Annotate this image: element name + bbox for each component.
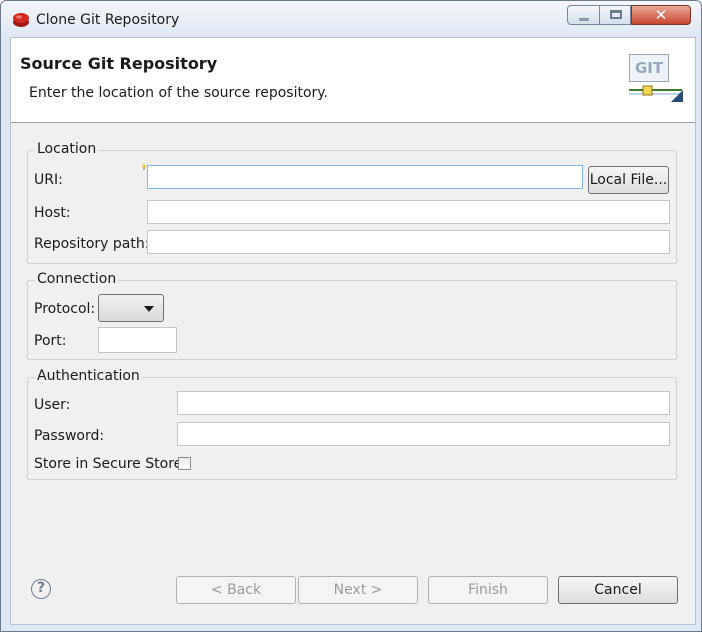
maximize-icon — [610, 10, 622, 19]
git-logo-graphic — [629, 85, 683, 102]
close-icon: ✕ — [654, 6, 668, 24]
local-file-button[interactable]: Local File... — [588, 166, 669, 194]
protocol-dropdown[interactable] — [98, 294, 164, 322]
chevron-down-icon — [144, 306, 154, 312]
uri-label: URI: — [34, 172, 63, 188]
minimize-icon — [579, 18, 589, 21]
maximize-button[interactable] — [599, 5, 631, 25]
user-input[interactable] — [177, 391, 670, 415]
dialog-content: Source Git Repository Enter the location… — [10, 37, 696, 625]
connection-group-label: Connection — [35, 271, 119, 287]
git-logo-icon: GIT — [627, 50, 687, 110]
window-title: Clone Git Repository — [36, 12, 180, 28]
page-title: Source Git Repository — [20, 54, 218, 73]
content-assist-hint-icon — [142, 164, 146, 170]
close-button[interactable]: ✕ — [631, 5, 691, 25]
cancel-button[interactable]: Cancel — [558, 576, 678, 604]
title-bar: Clone Git Repository ✕ — [1, 1, 701, 37]
repository-path-input[interactable] — [147, 230, 670, 254]
minimize-button[interactable] — [567, 5, 600, 25]
protocol-label: Protocol: — [34, 301, 96, 317]
clone-git-repository-dialog: Clone Git Repository ✕ Source Git Reposi… — [0, 0, 702, 632]
next-button[interactable]: Next > — [298, 576, 418, 604]
page-description: Enter the location of the source reposit… — [29, 85, 329, 101]
wizard-header: Source Git Repository Enter the location… — [11, 38, 695, 123]
port-input[interactable] — [98, 327, 177, 353]
port-label: Port: — [34, 333, 67, 349]
app-icon — [13, 13, 29, 27]
uri-input[interactable] — [147, 165, 583, 189]
password-input[interactable] — [177, 422, 670, 446]
location-group-label: Location — [35, 141, 99, 157]
finish-button[interactable]: Finish — [428, 576, 548, 604]
back-button[interactable]: < Back — [176, 576, 296, 604]
help-icon[interactable]: ? — [31, 579, 51, 599]
host-input[interactable] — [147, 200, 670, 224]
secure-store-label: Store in Secure Store — [34, 456, 183, 472]
authentication-group-label: Authentication — [35, 368, 142, 384]
password-label: Password: — [34, 428, 105, 444]
repository-path-label: Repository path: — [34, 236, 150, 252]
host-label: Host: — [34, 205, 71, 221]
secure-store-checkbox[interactable] — [178, 457, 191, 470]
user-label: User: — [34, 397, 71, 413]
